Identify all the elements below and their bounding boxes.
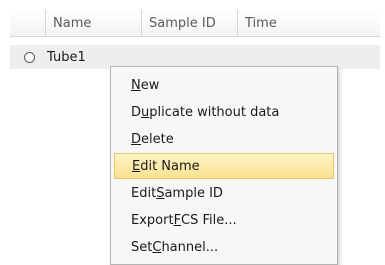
column-header-time[interactable]: Time xyxy=(238,10,380,36)
column-header-sample-id[interactable]: Sample ID xyxy=(142,10,238,36)
context-menu: New Du plicate without data Delete Edit N… xyxy=(110,66,338,265)
menu-item-edit-name[interactable]: Edit Name xyxy=(114,153,334,179)
column-header-name[interactable]: Name xyxy=(46,10,142,36)
menu-item-new[interactable]: New xyxy=(114,72,334,98)
menu-item-set-channel[interactable]: Set Channel... xyxy=(114,234,334,260)
row-label-tube: Tube1 xyxy=(47,49,86,65)
menu-item-edit-sample-id[interactable]: Edit Sample ID xyxy=(114,180,334,206)
header-blank-column xyxy=(10,10,46,36)
menu-item-duplicate-without-data[interactable]: Du plicate without data xyxy=(114,99,334,125)
list-header: Name Sample ID Time xyxy=(10,10,380,37)
menu-item-delete[interactable]: Delete xyxy=(114,126,334,152)
menu-item-export-fcs-file[interactable]: Export F CS File... xyxy=(114,207,334,233)
radio-circle-icon[interactable] xyxy=(24,51,35,63)
tube-list-panel: Name Sample ID Time Tube1 New Du plicate … xyxy=(0,0,385,265)
